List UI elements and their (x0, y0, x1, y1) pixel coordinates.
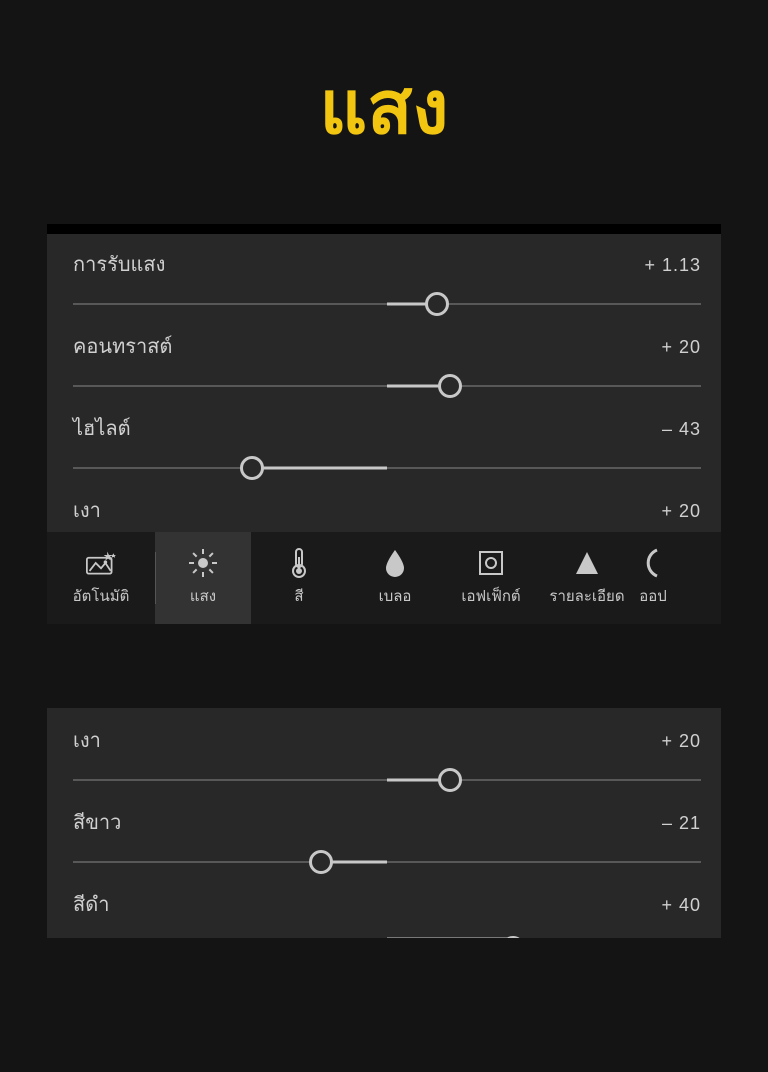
toolbar-divider (155, 552, 156, 604)
slider-row: สีขาว – 21 (73, 800, 701, 876)
optic-icon (638, 548, 668, 578)
light-icon (188, 548, 218, 578)
slider-label: เงา (73, 494, 101, 526)
slider-label: การรับแสง (73, 248, 165, 280)
slider-knob[interactable] (425, 292, 449, 316)
slider-label: สีดำ (73, 888, 109, 920)
tool-effect[interactable]: เอฟเฟ็กต์ (443, 532, 539, 624)
slider-row: สีดำ + 40 (73, 882, 701, 938)
tool-label: เบลอ (379, 584, 412, 608)
slider[interactable] (73, 372, 701, 400)
slider[interactable] (73, 454, 701, 482)
tool-temp[interactable]: สี (251, 532, 347, 624)
slider-value: + 40 (661, 895, 701, 916)
slider-value: + 20 (661, 501, 701, 522)
panel-strip (47, 224, 721, 234)
slider-range (252, 467, 387, 470)
auto-icon (86, 548, 116, 578)
slider-row: คอนทราสต์ + 20 (73, 324, 701, 400)
slider-row: เงา + 20 (73, 718, 701, 794)
tool-label: รายละเอียด (549, 584, 624, 608)
tool-label: เอฟเฟ็กต์ (461, 584, 520, 608)
light-panel-1: การรับแสง + 1.13 คอนทราสต์ + 20 ไฮไลต์ – 43 เง… (47, 224, 721, 624)
slider-knob[interactable] (240, 456, 264, 480)
slider-value: – 21 (662, 813, 701, 834)
slider-label: คอนทราสต์ (73, 330, 172, 362)
slider-row: ไฮไลต์ – 43 (73, 406, 701, 482)
slider-range (387, 938, 513, 939)
edit-toolbar: อัตโนมัติ แสง สี เบลอ เอฟเฟ็กต์ รายละเอียด ออป (47, 532, 721, 624)
slider-value: + 1.13 (644, 255, 701, 276)
slider[interactable] (73, 848, 701, 876)
tool-light[interactable]: แสง (155, 532, 251, 624)
temp-icon (284, 548, 314, 578)
slider[interactable] (73, 766, 701, 794)
slider-value: + 20 (661, 731, 701, 752)
light-panel-2: เงา + 20 สีขาว – 21 สีดำ + 40 (47, 708, 721, 938)
tool-label: แสง (190, 584, 216, 608)
slider[interactable] (73, 930, 701, 938)
slider-label: ไฮไลต์ (73, 412, 131, 444)
slider-value: – 43 (662, 419, 701, 440)
detail-icon (572, 548, 602, 578)
slider-label: สีขาว (73, 806, 121, 838)
tool-detail[interactable]: รายละเอียด (539, 532, 635, 624)
effect-icon (476, 548, 506, 578)
tool-label: อัตโนมัติ (73, 584, 130, 608)
slider-knob[interactable] (309, 850, 333, 874)
page-title: แสง (0, 48, 768, 166)
drop-icon (380, 548, 410, 578)
tool-auto[interactable]: อัตโนมัติ (47, 532, 155, 624)
slider-row: การรับแสง + 1.13 (73, 242, 701, 318)
slider-track (73, 861, 701, 863)
tool-label: ออป (639, 584, 667, 608)
slider-knob[interactable] (438, 768, 462, 792)
slider[interactable] (73, 290, 701, 318)
slider-knob[interactable] (438, 374, 462, 398)
slider-label: เงา (73, 724, 101, 756)
tool-optic[interactable]: ออป (635, 532, 671, 624)
slider-track (73, 467, 701, 469)
tool-label: สี (294, 584, 303, 608)
slider-value: + 20 (661, 337, 701, 358)
tool-drop[interactable]: เบลอ (347, 532, 443, 624)
